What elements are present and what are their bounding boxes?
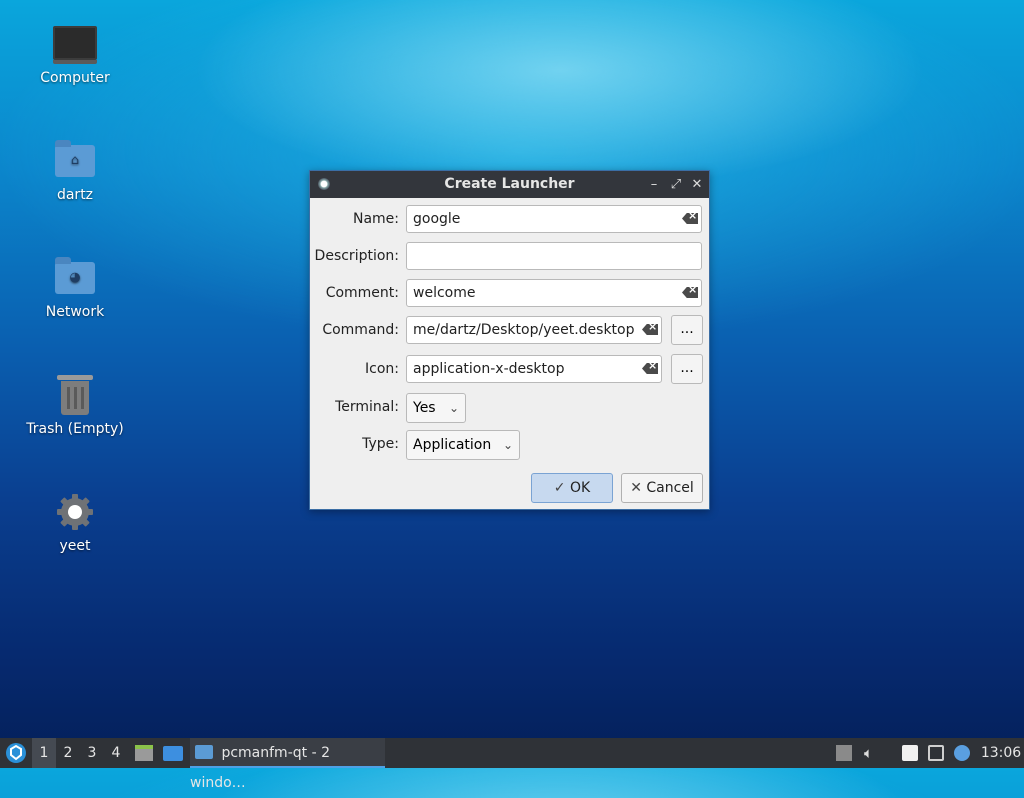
minimize-icon[interactable]: –	[644, 171, 664, 198]
workspace-4[interactable]: 4	[104, 738, 128, 768]
type-select[interactable]: Application ⌄	[406, 430, 520, 460]
description-label: Description:	[314, 248, 399, 264]
icon-label: Icon:	[365, 361, 399, 377]
name-label: Name:	[352, 211, 399, 227]
close-icon[interactable]: ✕	[687, 171, 707, 198]
folder-icon	[195, 745, 213, 759]
home-folder-icon: ⌂	[53, 139, 97, 183]
taskbar: 1 2 3 4 pcmanfm-qt - 2 windo… 🔈︎ 13:06	[0, 738, 1024, 791]
create-launcher-dialog: Create Launcher – ⤢ ✕ Name: google Descr…	[309, 170, 710, 510]
type-row: Type: Application ⌄	[310, 430, 710, 460]
command-label: Command:	[322, 322, 399, 338]
cancel-button[interactable]: ✕ Cancel	[621, 473, 703, 503]
desktop-icon-computer[interactable]: Computer	[15, 22, 135, 86]
terminal-label: Terminal:	[335, 399, 399, 415]
lxqt-logo-icon	[6, 743, 26, 763]
workspace-3[interactable]: 3	[80, 738, 104, 768]
comment-field[interactable]: welcome	[406, 279, 702, 307]
task-button-pcmanfm[interactable]: pcmanfm-qt - 2 windo…	[190, 738, 385, 791]
show-desktop-icon[interactable]	[160, 738, 186, 768]
desktop-icon-dartz[interactable]: ⌂ dartz	[15, 139, 135, 203]
description-field[interactable]	[406, 242, 702, 270]
desktop-icon-label: yeet	[59, 538, 91, 554]
network-folder-icon: ◕	[53, 256, 97, 300]
cancel-label: Cancel	[646, 480, 694, 496]
start-menu-button[interactable]	[3, 738, 29, 768]
desktop-icon-label: Trash (Empty)	[26, 421, 124, 437]
type-label: Type:	[362, 436, 399, 452]
chevron-down-icon: ⌄	[448, 401, 459, 415]
tray-arrow-icon[interactable]	[836, 745, 852, 761]
cancel-icon: ✕	[630, 480, 642, 496]
name-row: Name: google	[310, 205, 710, 235]
icon-field[interactable]: application-x-desktop	[406, 355, 662, 383]
desktop-icon-yeet[interactable]: yeet	[15, 490, 135, 554]
desktop-icon-network[interactable]: ◕ Network	[15, 256, 135, 320]
workspace-1[interactable]: 1	[32, 738, 56, 768]
network-icon[interactable]	[928, 745, 944, 761]
icon-row: Icon: application-x-desktop ...	[310, 354, 710, 385]
maximize-icon[interactable]: ⤢	[666, 171, 686, 198]
icon-browse-button[interactable]: ...	[671, 354, 703, 384]
desktop-icon-trash[interactable]: Trash (Empty)	[15, 373, 135, 437]
computer-icon	[53, 22, 97, 66]
terminal-select[interactable]: Yes ⌄	[406, 393, 466, 423]
terminal-row: Terminal: Yes ⌄	[310, 393, 710, 423]
name-field[interactable]: google	[406, 205, 702, 233]
check-icon: ✓	[553, 480, 566, 496]
chevron-down-icon: ⌄	[502, 438, 513, 452]
gear-icon	[53, 490, 97, 534]
comment-row: Comment: welcome	[310, 279, 710, 309]
workspace-2[interactable]: 2	[56, 738, 80, 768]
file-manager-launcher-icon[interactable]	[132, 738, 156, 768]
command-browse-button[interactable]: ...	[671, 315, 703, 345]
app-icon	[318, 178, 330, 190]
ok-button[interactable]: ✓ OK	[531, 473, 613, 503]
clipboard-icon[interactable]	[902, 745, 918, 761]
desktop-icon-label: Computer	[40, 70, 110, 86]
terminal-value: Yes	[413, 400, 436, 416]
ok-label: OK	[569, 480, 591, 496]
comment-label: Comment:	[325, 285, 399, 301]
desktop-icon-label: Network	[45, 304, 105, 320]
volume-icon[interactable]: 🔈︎	[864, 745, 880, 761]
trash-icon	[53, 373, 97, 417]
command-row: Command: me/dartz/Desktop/yeet.desktop .…	[310, 315, 710, 346]
update-notifier-icon[interactable]	[954, 745, 970, 761]
dialog-titlebar[interactable]: Create Launcher – ⤢ ✕	[310, 171, 709, 198]
command-field[interactable]: me/dartz/Desktop/yeet.desktop	[406, 316, 662, 344]
desktop-icon-label: dartz	[56, 187, 94, 203]
clock[interactable]: 13:06	[978, 738, 1024, 768]
dialog-title: Create Launcher	[444, 176, 575, 192]
description-row: Description:	[310, 242, 710, 272]
type-value: Application	[413, 437, 492, 453]
